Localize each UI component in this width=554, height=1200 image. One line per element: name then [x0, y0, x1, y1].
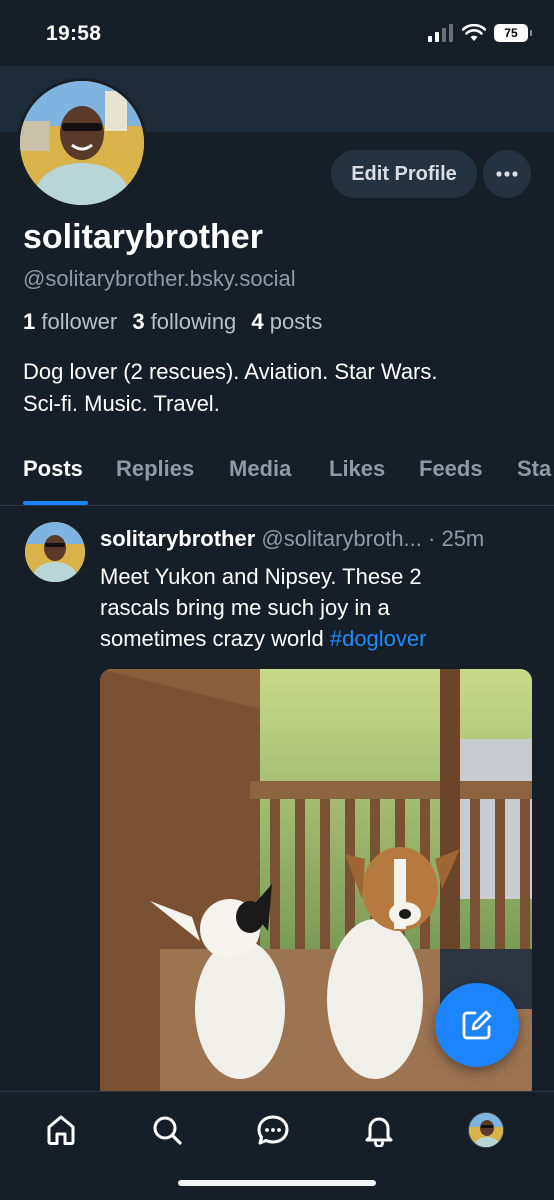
home-icon: [47, 1115, 75, 1145]
post-author[interactable]: solitarybrother: [100, 526, 255, 551]
post-handle[interactable]: @solitarybroth...: [261, 526, 422, 551]
display-name: solitarybrother: [23, 218, 263, 256]
tab-starter-packs[interactable]: Sta: [517, 456, 551, 482]
tab-feeds[interactable]: Feeds: [419, 456, 483, 482]
signal-icon: [428, 24, 453, 42]
nav-search[interactable]: [147, 1110, 187, 1150]
post-text-line-3: sometimes crazy world #doglover: [100, 623, 530, 654]
posts-count: 4: [251, 309, 264, 334]
profile-bio: Dog lover (2 rescues). Aviation. Star Wa…: [23, 356, 533, 420]
home-indicator: [178, 1180, 376, 1186]
profile-stats: 1 follower 3 following 4 posts: [23, 309, 322, 335]
compose-button[interactable]: [435, 983, 519, 1067]
tab-posts[interactable]: Posts: [23, 456, 83, 482]
profile-handle: @solitarybrother.bsky.social: [23, 266, 296, 291]
post-text: Meet Yukon and Nipsey. These 2 rascals b…: [100, 561, 530, 654]
compose-icon: [462, 1010, 492, 1040]
nav-chat[interactable]: [253, 1110, 293, 1150]
bio-line: Dog lover (2 rescues). Aviation. Star Wa…: [23, 359, 438, 384]
posts-label: posts: [269, 309, 323, 334]
post-text-line: Meet Yukon and Nipsey. These 2: [100, 564, 422, 589]
followers-count: 1: [23, 309, 36, 334]
tab-media[interactable]: Media: [229, 456, 291, 482]
nav-home[interactable]: [41, 1110, 81, 1150]
post-text-line: rascals bring me such joy in a: [100, 595, 390, 620]
chat-icon: [257, 1115, 289, 1145]
post-header: solitarybrother @solitarybroth... · 25m: [100, 526, 540, 552]
status-bar: 19:58 75: [0, 0, 554, 66]
more-options-button[interactable]: [483, 150, 531, 198]
post-text-tail: sometimes crazy world: [100, 626, 324, 651]
bio-line: Sci-fi. Music. Travel.: [23, 391, 220, 416]
following-label: following: [150, 309, 237, 334]
post-avatar[interactable]: [25, 522, 85, 582]
active-tab-indicator: [23, 501, 88, 505]
post-time: · 25m: [428, 526, 485, 551]
status-time: 19:58: [46, 22, 102, 45]
hashtag-link[interactable]: #doglover: [330, 626, 427, 651]
followers-link[interactable]: 1 follower: [23, 309, 117, 334]
profile-avatar[interactable]: [17, 78, 147, 208]
profile-tabs: Posts Replies Media Likes Feeds Sta: [0, 440, 554, 506]
tab-likes[interactable]: Likes: [329, 456, 385, 482]
status-icons: 75: [428, 24, 532, 42]
wifi-icon: [462, 24, 486, 41]
bell-icon: [365, 1117, 393, 1147]
edit-profile-button[interactable]: Edit Profile: [331, 150, 477, 198]
followers-label: follower: [41, 309, 118, 334]
nav-profile-avatar[interactable]: [468, 1112, 504, 1148]
following-count: 3: [132, 309, 145, 334]
battery-icon: 75: [494, 24, 532, 42]
following-link[interactable]: 3 following: [132, 309, 236, 334]
more-icon: [496, 171, 518, 177]
tab-replies[interactable]: Replies: [116, 456, 194, 482]
search-icon: [153, 1116, 182, 1145]
nav-notifications[interactable]: [359, 1110, 399, 1150]
